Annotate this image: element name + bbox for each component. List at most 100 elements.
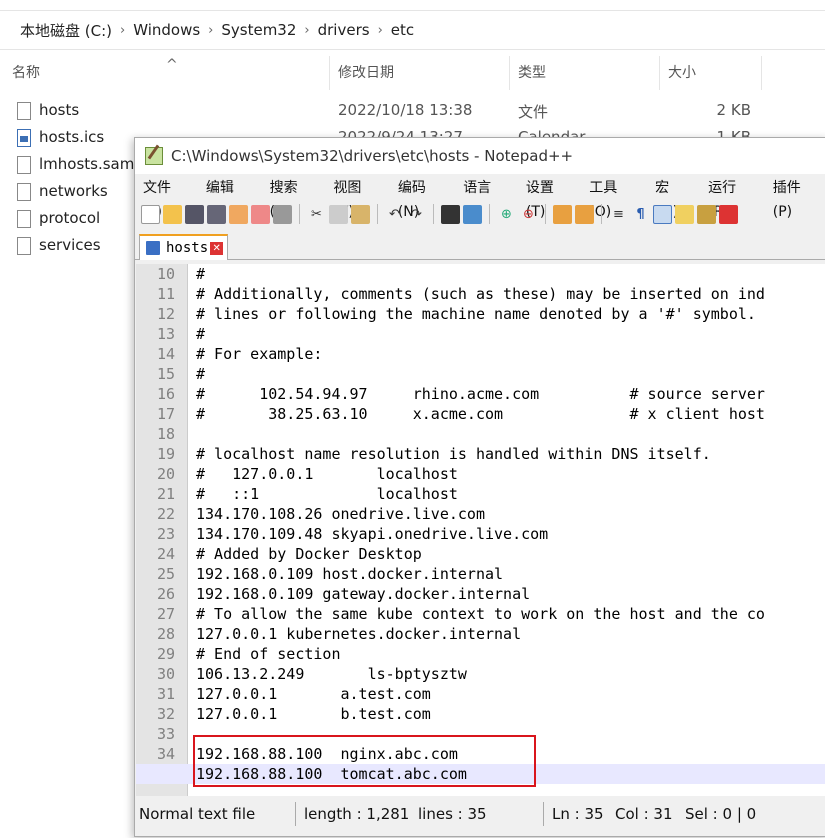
line-number: 29	[156, 645, 175, 663]
cut-icon[interactable]: ✂	[307, 205, 326, 224]
code-line[interactable]: 134.170.109.48 skyapi.onedrive.live.com	[196, 524, 825, 544]
menu-macro[interactable]: 宏(M)	[647, 176, 700, 220]
code-line[interactable]: 127.0.0.1 a.test.com	[196, 684, 825, 704]
undo-icon[interactable]: ↶	[385, 205, 404, 224]
copy-icon[interactable]	[329, 204, 348, 224]
file-name: services	[39, 236, 101, 254]
breadcrumb-windows[interactable]: Windows	[125, 21, 208, 39]
function-list-icon[interactable]	[719, 204, 738, 224]
menu-tools[interactable]: 工具(O)	[581, 176, 647, 220]
editor-text[interactable]: # # Additionally, comments (such as these…	[196, 264, 825, 784]
close-all-icon[interactable]	[251, 204, 270, 224]
line-number: 19	[156, 445, 175, 463]
file-icon	[17, 102, 31, 120]
line-number: 17	[156, 405, 175, 423]
zoom-in-icon[interactable]: ⊕	[497, 205, 516, 224]
sort-up-icon: ^	[166, 57, 178, 73]
highlight-annotation-box	[193, 735, 536, 787]
menu-encoding[interactable]: 编码(N)	[390, 176, 455, 220]
column-header-type[interactable]: 类型	[510, 56, 660, 90]
code-line[interactable]: 127.0.0.1 b.test.com	[196, 704, 825, 724]
address-bar[interactable]: 本地磁盘 (C:) › Windows › System32 › drivers…	[0, 10, 825, 50]
line-number: 34	[156, 745, 175, 763]
status-length: length : 1,281	[295, 802, 410, 826]
save-icon[interactable]	[185, 204, 204, 224]
menu-language[interactable]: 语言(L)	[455, 176, 518, 220]
code-line[interactable]: 127.0.0.1 kubernetes.docker.internal	[196, 624, 825, 644]
code-line[interactable]: # For example:	[196, 344, 825, 364]
code-line[interactable]: 134.170.108.26 onedrive.live.com	[196, 504, 825, 524]
tab-hosts[interactable]: hosts ✕	[139, 234, 228, 260]
column-headers: 名称 ^ 修改日期 类型 大小	[0, 56, 825, 90]
line-number: 15	[156, 365, 175, 383]
status-line-number: Ln : 35	[543, 802, 613, 826]
code-line[interactable]: # To allow the same kube context to work…	[196, 604, 825, 624]
line-number: 24	[156, 545, 175, 563]
document-map-icon[interactable]	[697, 204, 716, 224]
code-line[interactable]: # Additionally, comments (such as these)…	[196, 284, 825, 304]
code-line[interactable]: 192.168.0.109 host.docker.internal	[196, 564, 825, 584]
code-line[interactable]	[196, 424, 825, 444]
tab-label: hosts	[166, 240, 209, 256]
code-editor[interactable]: 10 11 12 13 14 15 16 17 18 19 20 21 22 23 24 25 26 27 28 29…	[136, 264, 825, 796]
menu-view[interactable]: 视图(V)	[325, 176, 389, 220]
close-file-icon[interactable]	[229, 204, 248, 224]
sync-horizontal-icon[interactable]	[575, 204, 594, 224]
line-number: 10	[156, 265, 175, 283]
file-date: 2022/10/18 13:38	[338, 101, 473, 119]
breadcrumb-etc[interactable]: etc	[383, 21, 422, 39]
user-language-icon[interactable]	[675, 204, 694, 224]
title-bar[interactable]: C:\Windows\System32\drivers\etc\hosts - …	[135, 138, 825, 174]
menu-settings[interactable]: 设置(T)	[518, 176, 581, 220]
code-line[interactable]: #	[196, 324, 825, 344]
line-number: 33	[156, 725, 175, 743]
notepad-plus-plus-icon	[145, 147, 163, 165]
save-all-icon[interactable]	[207, 204, 226, 224]
toolbar-separator	[601, 204, 602, 224]
code-line[interactable]: #	[196, 264, 825, 284]
zoom-out-icon[interactable]: ⊖	[519, 205, 538, 224]
code-line[interactable]: # ::1 localhost	[196, 484, 825, 504]
code-line[interactable]: # 127.0.0.1 localhost	[196, 464, 825, 484]
code-line[interactable]: #	[196, 364, 825, 384]
print-icon[interactable]	[273, 204, 292, 224]
show-all-characters-icon[interactable]: ¶	[631, 205, 650, 224]
file-name: hosts	[39, 101, 80, 119]
window-title: C:\Windows\System32\drivers\etc\hosts - …	[171, 147, 574, 165]
sync-vertical-icon[interactable]	[553, 204, 572, 224]
indent-guide-icon[interactable]	[653, 204, 672, 224]
code-line[interactable]: # 38.25.63.10 x.acme.com # x client host	[196, 404, 825, 424]
replace-icon[interactable]	[463, 204, 482, 224]
find-icon[interactable]	[441, 204, 460, 224]
new-file-icon[interactable]	[141, 204, 160, 224]
breadcrumb-system32[interactable]: System32	[213, 21, 304, 39]
code-line[interactable]: # End of section	[196, 644, 825, 664]
code-line[interactable]: 192.168.0.109 gateway.docker.internal	[196, 584, 825, 604]
line-number: 12	[156, 305, 175, 323]
status-file-type: Normal text file	[139, 805, 256, 823]
paste-icon[interactable]	[351, 204, 370, 224]
menu-plugins[interactable]: 插件(P)	[765, 176, 825, 220]
line-number: 31	[156, 685, 175, 703]
toolbar-separator	[377, 204, 378, 224]
code-line[interactable]: # lines or following the machine name de…	[196, 304, 825, 324]
menu-run[interactable]: 运行(R)	[700, 176, 765, 220]
breadcrumb-c-drive[interactable]: 本地磁盘 (C:)	[0, 20, 120, 41]
column-header-size[interactable]: 大小	[660, 56, 762, 90]
breadcrumb-drivers[interactable]: drivers	[310, 21, 378, 39]
menu-edit[interactable]: 编辑(E)	[198, 176, 262, 220]
file-row[interactable]: hosts 2022/10/18 13:38 文件 2 KB	[0, 98, 825, 125]
close-icon[interactable]: ✕	[210, 241, 224, 255]
redo-icon[interactable]: ↷	[407, 205, 426, 224]
code-line[interactable]: # 102.54.94.97 rhino.acme.com # source s…	[196, 384, 825, 404]
code-line[interactable]: # localhost name resolution is handled w…	[196, 444, 825, 464]
column-header-date[interactable]: 修改日期	[330, 56, 510, 90]
menu-search[interactable]: 搜索(S)	[262, 176, 326, 220]
file-icon	[17, 237, 31, 255]
code-line[interactable]: # Added by Docker Desktop	[196, 544, 825, 564]
code-line[interactable]: 106.13.2.249 ls-bptysztw	[196, 664, 825, 684]
line-number: 21	[156, 485, 175, 503]
menu-file[interactable]: 文件(F)	[135, 176, 198, 220]
open-folder-icon[interactable]	[163, 204, 182, 224]
word-wrap-icon[interactable]: ≡	[609, 205, 628, 224]
